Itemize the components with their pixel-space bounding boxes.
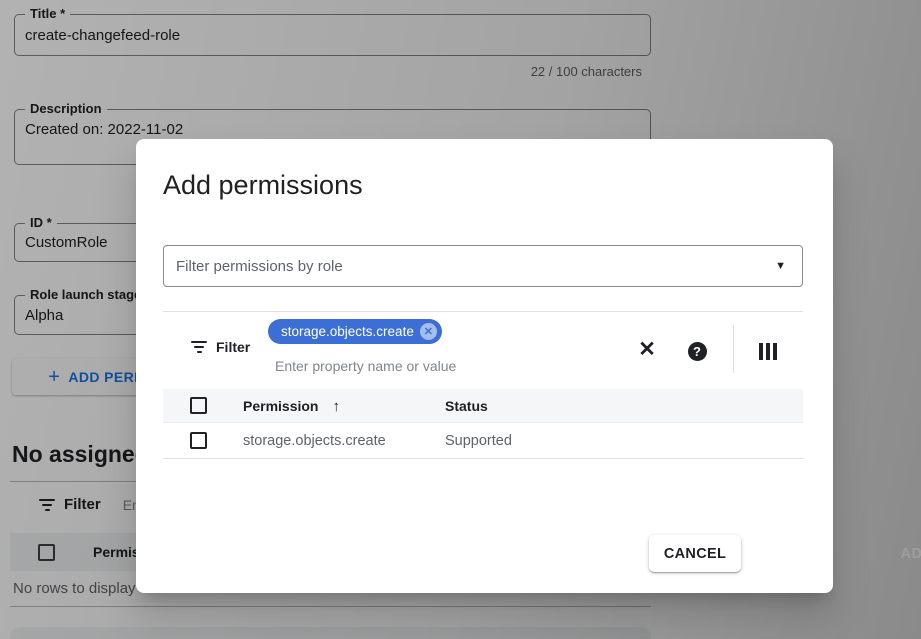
add-permissions-dialog: Add permissions Filter permissions by ro…	[136, 139, 833, 593]
row-checkbox[interactable]	[190, 432, 207, 449]
help-icon: ?	[688, 342, 707, 361]
modal-filter-label: Filter	[216, 339, 250, 355]
modal-table-header: Permission ↑ Status	[163, 389, 803, 423]
chevron-down-icon: ▼	[775, 260, 786, 272]
filter-chip-text: storage.objects.create	[281, 324, 414, 339]
select-all-checkbox[interactable]	[190, 397, 207, 414]
filter-icon	[190, 341, 208, 353]
add-button[interactable]: ADD	[889, 535, 921, 572]
chip-remove-icon[interactable]: ✕	[420, 323, 437, 340]
permission-column-header[interactable]: Permission ↑	[243, 398, 340, 415]
permission-column-label: Permission	[243, 398, 318, 414]
filter-help-button[interactable]: ?	[683, 337, 711, 365]
filter-chip[interactable]: storage.objects.create ✕	[268, 319, 442, 344]
column-display-button[interactable]	[754, 337, 782, 365]
columns-icon	[759, 343, 777, 360]
create-role-page: Title * create-changefeed-role 22 / 100 …	[0, 0, 921, 639]
clear-filters-button[interactable]: ✕	[633, 335, 661, 363]
sort-ascending-icon: ↑	[332, 398, 340, 415]
modal-filter-input[interactable]: Enter property name or value	[275, 358, 456, 374]
row-permission-cell: storage.objects.create	[243, 433, 386, 449]
row-status-cell: Supported	[445, 433, 512, 449]
status-column-header[interactable]: Status	[445, 398, 488, 414]
dialog-title: Add permissions	[163, 170, 363, 201]
close-icon: ✕	[638, 337, 656, 362]
role-filter-placeholder: Filter permissions by role	[164, 258, 343, 275]
modal-filter-bar: Filter	[190, 339, 250, 355]
divider	[733, 325, 734, 373]
table-row[interactable]: storage.objects.create Supported	[163, 424, 803, 459]
role-filter-select[interactable]: Filter permissions by role ▼	[163, 245, 803, 287]
cancel-button[interactable]: CANCEL	[649, 535, 741, 572]
divider	[163, 311, 803, 312]
